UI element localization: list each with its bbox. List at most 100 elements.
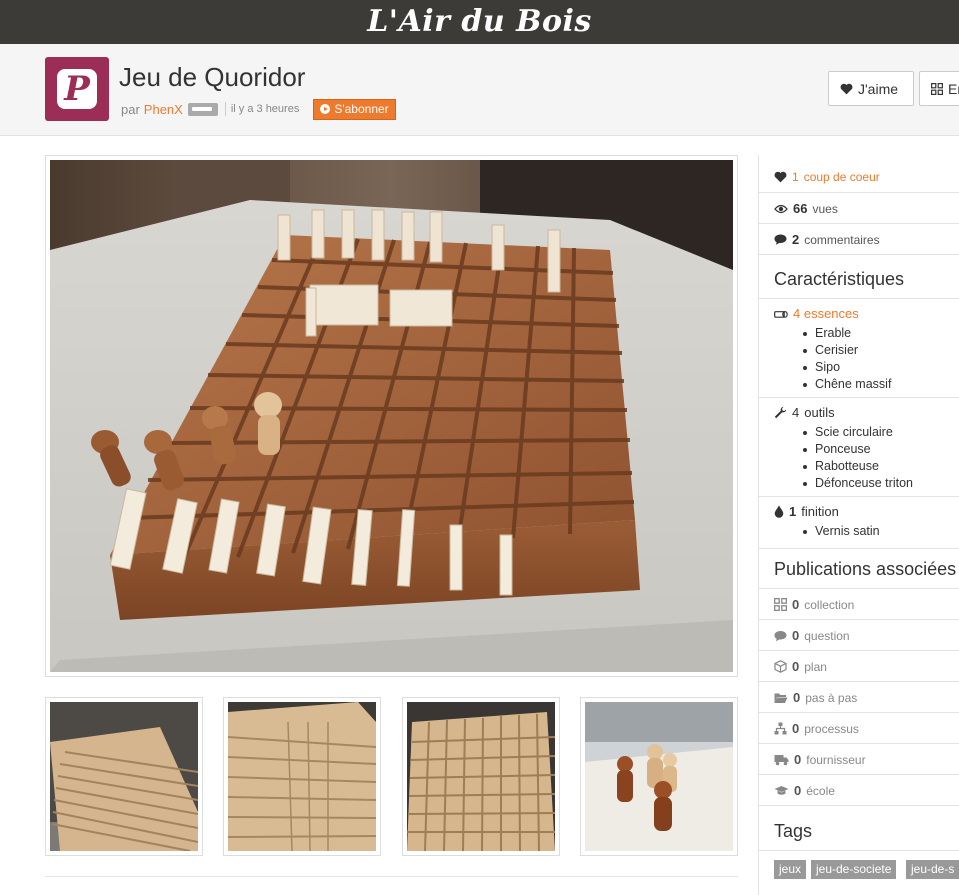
likes-count: 1 bbox=[792, 170, 799, 184]
thumbnail-image bbox=[228, 702, 376, 851]
tags-heading: Tags bbox=[774, 821, 813, 841]
thumbnail-image bbox=[50, 702, 198, 851]
comment-icon bbox=[774, 234, 787, 245]
list-item[interactable]: Scie circulaire bbox=[803, 424, 913, 441]
tools-list: Scie circulaire Ponceuse Rabotteuse Défo… bbox=[803, 424, 913, 492]
meta-divider bbox=[224, 102, 226, 116]
sidebar-divider bbox=[758, 254, 959, 255]
grid-icon bbox=[774, 598, 787, 611]
related-plan[interactable]: 0 plan bbox=[774, 659, 959, 674]
related-count: 0 bbox=[794, 783, 802, 798]
related-label: pas à pas bbox=[805, 690, 858, 705]
by-label: par bbox=[121, 101, 140, 117]
related-label: plan bbox=[804, 659, 827, 674]
wood-log-icon bbox=[774, 310, 788, 318]
tools-heading: 4 outils bbox=[774, 405, 835, 420]
finish-count: 1 bbox=[789, 504, 797, 519]
thumbnail-2[interactable] bbox=[223, 697, 381, 856]
graduation-cap-icon bbox=[774, 785, 789, 795]
woods-link[interactable]: 4 essences bbox=[774, 306, 859, 321]
speech-bubble-icon bbox=[774, 630, 787, 641]
eye-icon bbox=[774, 204, 788, 213]
sidebar-divider bbox=[758, 588, 959, 589]
list-item[interactable]: Défonceuse triton bbox=[803, 475, 913, 492]
related-count: 0 bbox=[792, 721, 800, 736]
finish-label: finition bbox=[801, 504, 839, 519]
woods-label: 4 essences bbox=[793, 306, 859, 321]
page-title: Jeu de Quoridor bbox=[119, 62, 306, 92]
sidebar-divider bbox=[758, 850, 959, 851]
thumbnail-1[interactable] bbox=[45, 697, 203, 856]
list-item[interactable]: Rabotteuse bbox=[803, 458, 913, 475]
sidebar-divider bbox=[758, 298, 959, 299]
collect-label: En bbox=[948, 80, 959, 97]
avatar[interactable]: P bbox=[45, 57, 109, 121]
sidebar-divider bbox=[758, 397, 959, 398]
related-count: 0 bbox=[792, 628, 800, 643]
main-photo[interactable] bbox=[45, 155, 738, 677]
thumbnail-3[interactable] bbox=[402, 697, 560, 856]
list-item[interactable]: Vernis satin bbox=[803, 523, 880, 540]
thumbnail-image bbox=[585, 702, 733, 851]
related-count: 0 bbox=[792, 597, 800, 612]
tools-label: outils bbox=[804, 405, 835, 420]
comments-label: commentaires bbox=[804, 232, 880, 247]
list-item[interactable]: Chêne massif bbox=[802, 376, 891, 393]
site-logo[interactable]: L'Air du Bois bbox=[0, 0, 959, 44]
tag-jeux[interactable]: jeux bbox=[774, 860, 807, 879]
heart-icon bbox=[840, 83, 853, 94]
grid-icon bbox=[931, 82, 943, 95]
subscribe-button[interactable]: S'abonner bbox=[313, 98, 396, 120]
like-label: J'aime bbox=[858, 80, 899, 97]
folder-icon bbox=[774, 693, 788, 703]
related-count: 0 bbox=[794, 752, 802, 767]
related-collection[interactable]: 0 collection bbox=[774, 597, 959, 612]
sidebar-divider bbox=[758, 712, 959, 713]
related-label: collection bbox=[804, 597, 855, 612]
list-item[interactable]: Sipo bbox=[802, 359, 891, 376]
related-supplier[interactable]: 0 fournisseur bbox=[774, 752, 959, 767]
drop-icon bbox=[774, 505, 784, 518]
sidebar-divider bbox=[758, 548, 959, 549]
wrench-icon bbox=[774, 406, 787, 419]
sidebar-divider bbox=[758, 774, 959, 775]
related-label: processus bbox=[804, 721, 859, 736]
related-count: 0 bbox=[792, 659, 800, 674]
avatar-logo-icon: P bbox=[57, 69, 97, 109]
author-link[interactable]: PhenX bbox=[144, 102, 183, 117]
sidebar-divider bbox=[758, 805, 959, 806]
thumbnail-4[interactable] bbox=[580, 697, 738, 856]
tools-count: 4 bbox=[792, 405, 800, 420]
comments-count: 2 bbox=[792, 232, 800, 247]
comments-stat[interactable]: 2 commentaires bbox=[774, 232, 959, 247]
saw-badge-icon bbox=[187, 102, 218, 116]
likes-stat[interactable]: 1 coup de coeur bbox=[774, 170, 959, 184]
related-question[interactable]: 0 question bbox=[774, 628, 959, 643]
related-school[interactable]: 0 école bbox=[774, 783, 959, 798]
heart-icon bbox=[774, 171, 787, 183]
likes-label: coup de coeur bbox=[803, 170, 880, 184]
list-item[interactable]: Ponceuse bbox=[803, 441, 913, 458]
related-label: fournisseur bbox=[806, 752, 866, 767]
content-divider bbox=[45, 876, 738, 877]
project-meta: par PhenX il y a 3 heures S'abonner bbox=[121, 98, 396, 120]
tag-jeu-de-s[interactable]: jeu-de-s bbox=[906, 860, 959, 879]
like-button[interactable]: J'aime bbox=[828, 71, 914, 106]
related-stepbystep[interactable]: 0 pas à pas bbox=[774, 690, 959, 705]
related-label: question bbox=[804, 628, 850, 643]
publish-time: il y a 3 heures bbox=[230, 103, 300, 115]
characteristics-heading: Caractéristiques bbox=[774, 269, 905, 289]
list-item[interactable]: Cerisier bbox=[802, 342, 891, 359]
views-stat: 66 vues bbox=[774, 201, 959, 216]
play-icon bbox=[320, 104, 331, 114]
tag-jeu-de-societe[interactable]: jeu-de-societe bbox=[811, 860, 897, 879]
collect-button[interactable]: En bbox=[919, 71, 959, 106]
sidebar-divider bbox=[758, 650, 959, 651]
related-process[interactable]: 0 processus bbox=[774, 721, 959, 736]
list-item[interactable]: Erable bbox=[802, 325, 891, 342]
views-count: 66 bbox=[793, 201, 808, 216]
cube-icon bbox=[774, 660, 787, 673]
woods-list: Erable Cerisier Sipo Chêne massif bbox=[802, 325, 891, 393]
sidebar-divider bbox=[758, 681, 959, 682]
related-heading: Publications associées bbox=[774, 559, 957, 579]
